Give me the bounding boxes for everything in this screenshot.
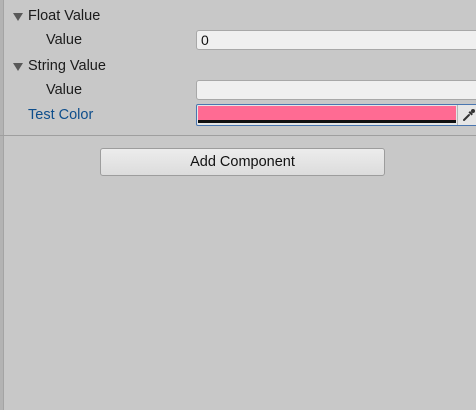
triangle-down-icon[interactable]: [13, 63, 23, 71]
float-value-label: Float Value: [28, 8, 101, 24]
section-divider: [0, 135, 476, 136]
test-color-row: Test Color: [0, 103, 476, 128]
string-value-field-label: Value: [46, 82, 83, 98]
float-value-row: Value 0: [0, 28, 476, 53]
test-color-field[interactable]: [196, 104, 476, 126]
string-value-input[interactable]: [196, 80, 476, 100]
float-value-input[interactable]: 0: [196, 30, 476, 50]
string-value-label: String Value: [28, 58, 106, 74]
string-value-row: Value: [0, 78, 476, 103]
color-swatch[interactable]: [198, 106, 456, 120]
string-value-foldout[interactable]: String Value: [0, 54, 476, 79]
triangle-down-icon[interactable]: [13, 13, 23, 21]
float-value-field-label: Value: [46, 32, 83, 48]
float-value-foldout[interactable]: Float Value: [0, 4, 476, 29]
add-component-button[interactable]: Add Component: [100, 148, 385, 176]
color-alpha-bar: [198, 120, 456, 123]
test-color-label: Test Color: [28, 107, 94, 123]
eyedropper-icon[interactable]: [457, 105, 476, 125]
